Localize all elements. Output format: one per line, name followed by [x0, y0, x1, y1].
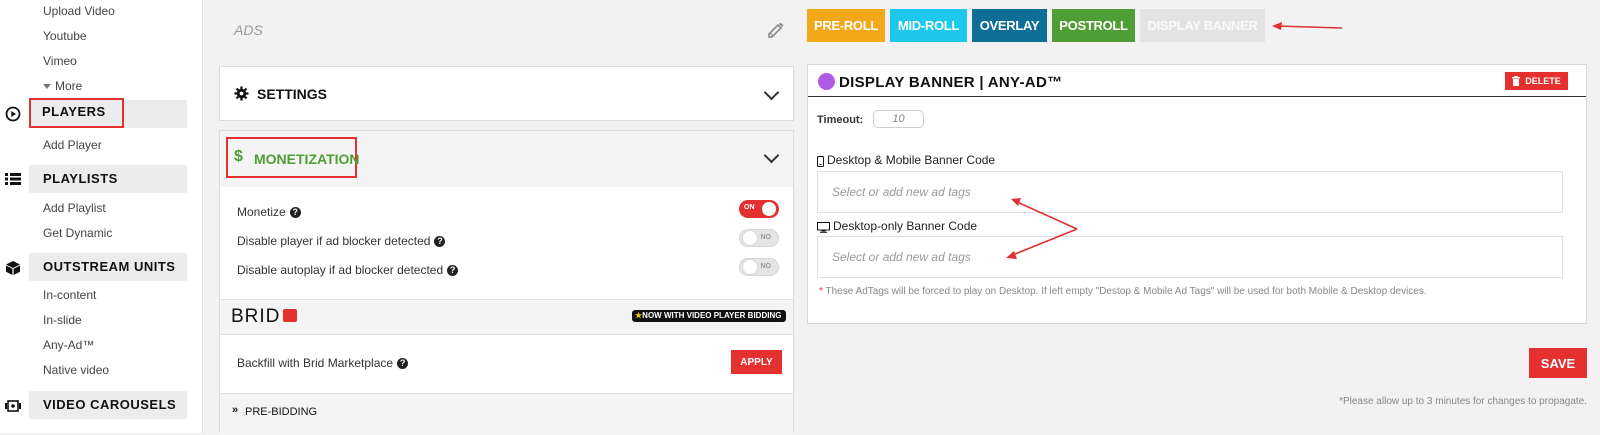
annotation-arrows — [1006, 22, 1343, 259]
